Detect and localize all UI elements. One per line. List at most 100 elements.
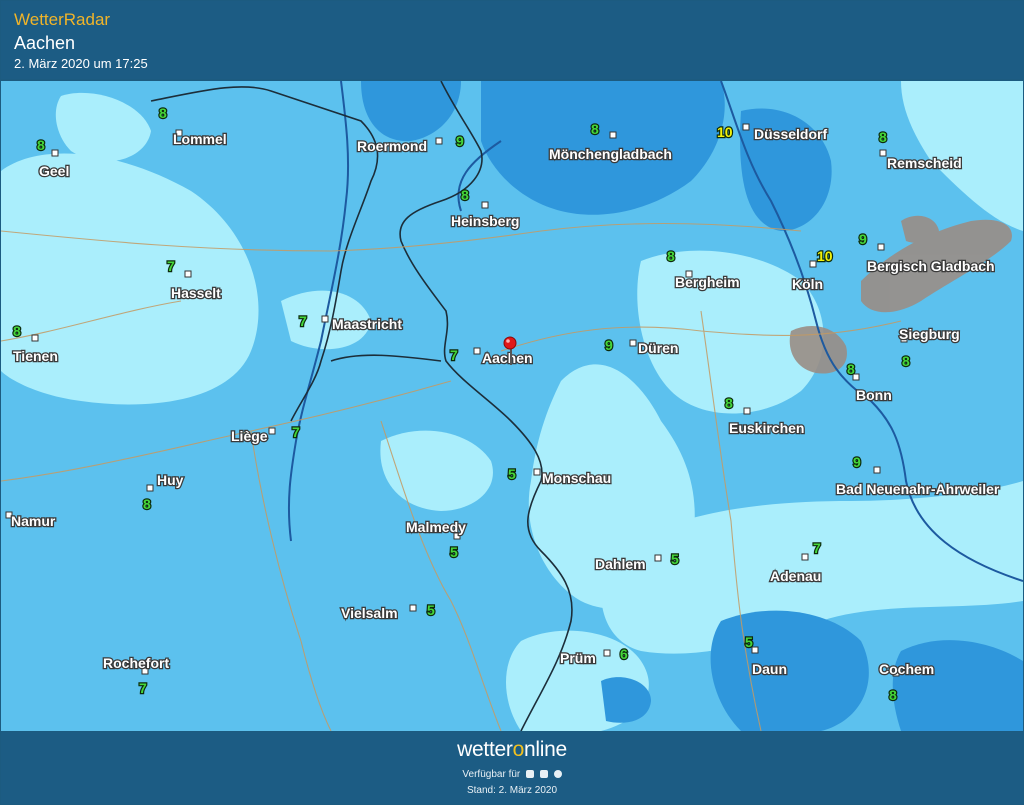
city-marker-rochefort[interactable]: Rochefort 7 xyxy=(102,654,171,698)
temperature-value: 9 xyxy=(859,231,867,247)
temperature-value: 8 xyxy=(591,121,599,137)
logo-prefix: wetter xyxy=(457,738,513,761)
web-icon[interactable] xyxy=(553,770,562,778)
city-dot-icon xyxy=(184,270,192,278)
temperature-value: 7 xyxy=(292,424,300,440)
city-marker-tienen[interactable]: Tienen 8 xyxy=(12,322,59,366)
availability-text: Verfügbar für xyxy=(462,769,521,780)
location-title: Aachen xyxy=(14,33,76,53)
city-dot-icon xyxy=(751,646,759,654)
radar-map[interactable]: Lommel 8 Geel 8 Roermond 9 Mönchengladbach 8 Düs… xyxy=(1,81,1023,731)
temperature-value: 8 xyxy=(889,687,897,703)
city-label: Bergisch Gladbach xyxy=(867,258,995,274)
city-marker-bad-neuenahr-ahrweiler[interactable]: Bad Neuenahr-Ahrweiler 9 xyxy=(835,453,1002,499)
temperature-value: 8 xyxy=(725,395,733,411)
city-labels-layer: Lommel 8 Geel 8 Roermond 9 Mönchengladbach 8 Düs… xyxy=(5,104,1002,705)
city-dot-icon xyxy=(877,243,885,251)
temperature-value: 5 xyxy=(427,602,435,618)
city-dot-icon xyxy=(321,315,329,323)
city-marker-remscheid[interactable]: Remscheid8 xyxy=(878,128,963,173)
city-dot-icon xyxy=(473,347,481,355)
city-marker-euskirchen[interactable]: Euskirchen 8 xyxy=(724,394,806,438)
temperature-value: 5 xyxy=(450,544,458,560)
city-dot-icon xyxy=(809,260,817,268)
city-marker-siegburg[interactable]: Siegburg 8 xyxy=(898,325,961,371)
temperature-value: 8 xyxy=(13,323,21,339)
city-dot-icon xyxy=(409,604,417,612)
city-label: Namur xyxy=(11,513,56,529)
city-marker-koln[interactable]: Köln 10 xyxy=(791,247,834,294)
city-marker-huy[interactable]: Huy 8 xyxy=(142,471,185,514)
android-icon[interactable] xyxy=(526,770,535,778)
wetteronline-logo[interactable]: wetteronline xyxy=(1,738,1023,762)
temperature-value: 7 xyxy=(813,540,821,556)
city-label: Siegburg xyxy=(899,326,960,342)
city-label: Adenau xyxy=(770,568,821,584)
city-marker-namur[interactable]: Namur xyxy=(5,511,57,530)
city-label: Aachen xyxy=(482,350,533,366)
city-marker-hasselt[interactable]: Hasselt 7 xyxy=(166,257,223,303)
brand-title: WetterRadar xyxy=(14,10,111,29)
city-marker-lommel[interactable]: Lommel 8 xyxy=(158,104,228,149)
temperature-value: 8 xyxy=(159,105,167,121)
temperature-value: 5 xyxy=(745,634,753,650)
temperature-value: 6 xyxy=(620,646,628,662)
city-marker-prum[interactable]: Prüm 6 xyxy=(559,645,630,668)
app-frame: WetterRadar Aachen 2. März 2020 um 17:25 xyxy=(0,0,1024,805)
temperature-value: 10 xyxy=(717,124,733,140)
city-dot-icon xyxy=(435,137,443,145)
stand-date: Stand: 2. März 2020 xyxy=(466,785,558,796)
city-marker-geel[interactable]: Geel 8 xyxy=(36,136,71,181)
city-marker-dusseldorf[interactable]: Düsseldorf 10 xyxy=(716,123,829,144)
city-marker-daun[interactable]: Daun 5 xyxy=(744,633,789,679)
city-marker-malmedy[interactable]: Malmedy 5 xyxy=(405,518,468,562)
city-dot-icon xyxy=(654,554,662,562)
city-marker-liege[interactable]: Liège 7 xyxy=(230,423,302,446)
logo-suffix: nline xyxy=(523,738,567,761)
header: WetterRadar Aachen 2. März 2020 um 17:25 xyxy=(1,1,1023,79)
city-dot-icon xyxy=(629,339,637,347)
city-marker-roermond[interactable]: Roermond 9 xyxy=(356,132,466,156)
city-label: Bonn xyxy=(856,387,892,403)
radar-timestamp: 2. März 2020 um 17:25 xyxy=(14,56,148,71)
city-label: Köln xyxy=(792,276,823,292)
city-label: Dahlem xyxy=(595,556,646,572)
city-label: Prüm xyxy=(560,650,596,666)
city-marker-bergheim[interactable]: Bergheim8 xyxy=(666,247,741,292)
footer: wetteronline Verfügbar für Stand: 2. Mär… xyxy=(1,732,1023,804)
city-marker-heinsberg[interactable]: Heinsberg 8 xyxy=(450,186,521,231)
temperature-value: 9 xyxy=(853,454,861,470)
city-marker-duren[interactable]: Düren 9 xyxy=(604,336,680,358)
city-marker-cochem[interactable]: Cochem 8 xyxy=(878,660,936,705)
city-label: Daun xyxy=(752,661,787,677)
city-label: Bad Neuenahr-Ahrweiler xyxy=(836,481,1000,497)
city-dot-icon xyxy=(879,149,887,157)
logo-o: o xyxy=(512,738,525,761)
temperature-value: 7 xyxy=(167,258,175,274)
city-label: Geel xyxy=(39,163,69,179)
city-marker-monchengladbach[interactable]: Mönchengladbach 8 xyxy=(548,120,674,164)
city-label: Euskirchen xyxy=(729,420,804,436)
city-label: Maastricht xyxy=(332,316,402,332)
city-marker-maastricht[interactable]: Maastricht 7 xyxy=(298,312,404,334)
temperature-value: 8 xyxy=(461,187,469,203)
city-marker-dahlem[interactable]: Dahlem 5 xyxy=(594,550,681,574)
city-dot-icon xyxy=(146,484,154,492)
city-label: Mönchengladbach xyxy=(549,146,672,162)
temperature-value: 7 xyxy=(450,347,458,363)
city-label: Düren xyxy=(638,340,678,356)
city-marker-bergisch-gladbach[interactable]: Bergisch Gladbach9 xyxy=(858,230,996,276)
city-marker-aachen[interactable]: Aachen 7 xyxy=(449,346,534,368)
temperature-value: 9 xyxy=(605,337,613,353)
temperature-value: 8 xyxy=(902,353,910,369)
temperature-value: 8 xyxy=(143,496,151,512)
city-marker-adenau[interactable]: Adenau 7 xyxy=(769,539,823,586)
city-label: Bergheim xyxy=(675,274,740,290)
city-marker-bonn[interactable]: Bonn8 xyxy=(846,360,893,405)
temperature-value: 8 xyxy=(37,137,45,153)
availability-line: Verfügbar für xyxy=(1,769,1023,780)
city-marker-vielsalm[interactable]: Vielsalm 5 xyxy=(340,601,437,623)
city-marker-monschau[interactable]: Monschau 5 xyxy=(507,465,613,488)
apple-icon[interactable] xyxy=(539,770,548,778)
city-label: Rochefort xyxy=(103,655,169,671)
